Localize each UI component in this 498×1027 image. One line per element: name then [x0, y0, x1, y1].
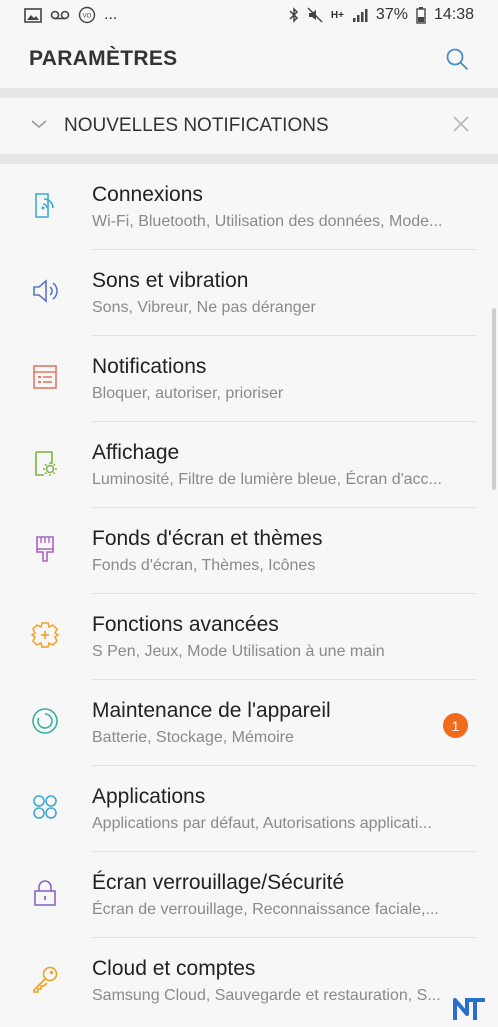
- lock-icon: [29, 877, 61, 909]
- setting-item-display[interactable]: Affichage Luminosité, Filtre de lumière …: [0, 422, 498, 508]
- setting-subtitle: Bloquer, autoriser, prioriser: [92, 385, 284, 402]
- signal-icon: [352, 8, 368, 22]
- scrollbar[interactable]: [492, 308, 496, 490]
- setting-title: Maintenance de l'appareil: [92, 699, 331, 722]
- close-icon[interactable]: [452, 115, 470, 138]
- setting-subtitle: S Pen, Jeux, Mode Utilisation à une main: [92, 643, 385, 660]
- setting-subtitle: Fonds d'écran, Thèmes, Icônes: [92, 557, 316, 574]
- header-separator: [0, 88, 498, 98]
- settings-list: Connexions Wi-Fi, Bluetooth, Utilisation…: [0, 164, 498, 1024]
- mute-icon: [307, 7, 323, 23]
- setting-item-notifications[interactable]: Notifications Bloquer, autoriser, priori…: [0, 336, 498, 422]
- gallery-icon: [24, 7, 42, 23]
- setting-title: Sons et vibration: [92, 269, 249, 292]
- watermark-logo: [453, 996, 495, 1022]
- setting-item-wallpapers[interactable]: Fonds d'écran et thèmes Fonds d'écran, T…: [0, 508, 498, 594]
- setting-title: Fonds d'écran et thèmes: [92, 527, 323, 550]
- network-icon: H+: [330, 9, 344, 21]
- setting-subtitle: Luminosité, Filtre de lumière bleue, Écr…: [92, 471, 442, 488]
- key-icon: [29, 963, 61, 995]
- setting-texts: Cloud et comptes Samsung Cloud, Sauvegar…: [92, 956, 470, 1007]
- setting-title: Écran verrouillage/Sécurité: [92, 871, 345, 894]
- notifications-separator: [0, 154, 498, 164]
- volume-icon: [29, 275, 61, 307]
- setting-texts: Maintenance de l'appareil Batterie, Stoc…: [92, 698, 470, 749]
- setting-item-applications[interactable]: Applications Applications par défaut, Au…: [0, 766, 498, 852]
- setting-texts: Affichage Luminosité, Filtre de lumière …: [92, 440, 470, 491]
- setting-title: Connexions: [92, 183, 203, 206]
- notification-badge: 1: [443, 713, 468, 738]
- setting-subtitle: Samsung Cloud, Sauvegarde et restauratio…: [92, 987, 441, 1004]
- clock: 14:38: [433, 6, 474, 23]
- status-bar-left: VO ...: [24, 6, 117, 24]
- setting-title: Cloud et comptes: [92, 957, 256, 980]
- setting-title: Affichage: [92, 441, 180, 464]
- new-notifications-bar[interactable]: NOUVELLES NOTIFICATIONS: [0, 98, 498, 154]
- svg-text:VO: VO: [83, 14, 92, 20]
- bluetooth-icon: [289, 7, 299, 23]
- search-icon: [446, 48, 468, 70]
- setting-texts: Écran verrouillage/Sécurité Écran de ver…: [92, 870, 470, 921]
- voicemail-icon: [50, 9, 70, 21]
- setting-subtitle: Sons, Vibreur, Ne pas déranger: [92, 299, 316, 316]
- setting-item-lock-screen-security[interactable]: Écran verrouillage/Sécurité Écran de ver…: [0, 852, 498, 938]
- setting-title: Fonctions avancées: [92, 613, 279, 636]
- setting-texts: Sons et vibration Sons, Vibreur, Ne pas …: [92, 268, 470, 319]
- status-bar: VO ... H+ 37% 14:38: [0, 0, 498, 30]
- setting-subtitle: Wi-Fi, Bluetooth, Utilisation des donnée…: [92, 213, 443, 230]
- app-header: PARAMÈTRES: [0, 30, 498, 88]
- setting-texts: Fonds d'écran et thèmes Fonds d'écran, T…: [92, 526, 470, 577]
- setting-subtitle: Écran de verrouillage, Reconnaissance fa…: [92, 901, 439, 918]
- page-title: PARAMÈTRES: [29, 47, 178, 70]
- new-notifications-title: NOUVELLES NOTIFICATIONS: [64, 115, 329, 136]
- display-icon: [29, 447, 61, 479]
- setting-title: Applications: [92, 785, 206, 808]
- setting-item-device-maintenance[interactable]: Maintenance de l'appareil Batterie, Stoc…: [0, 680, 498, 766]
- brush-icon: [29, 533, 61, 565]
- setting-item-advanced-features[interactable]: Fonctions avancées S Pen, Jeux, Mode Uti…: [0, 594, 498, 680]
- setting-title: Notifications: [92, 355, 207, 378]
- setting-item-sounds[interactable]: Sons et vibration Sons, Vibreur, Ne pas …: [0, 250, 498, 336]
- battery-percent: 37%: [375, 6, 408, 23]
- setting-item-connections[interactable]: Connexions Wi-Fi, Bluetooth, Utilisation…: [0, 164, 498, 250]
- advanced-features-icon: [29, 619, 61, 651]
- more-notifications-icon: ...: [104, 6, 118, 23]
- status-bar-right: H+ 37% 14:38: [289, 6, 474, 24]
- setting-subtitle: Applications par défaut, Autorisations a…: [92, 815, 432, 832]
- chevron-down-icon[interactable]: [30, 117, 48, 135]
- battery-icon: [416, 6, 426, 24]
- setting-texts: Fonctions avancées S Pen, Jeux, Mode Uti…: [92, 612, 470, 663]
- apps-icon: [29, 791, 61, 823]
- search-button[interactable]: [442, 44, 472, 74]
- maintenance-icon: [29, 705, 61, 737]
- setting-texts: Notifications Bloquer, autoriser, priori…: [92, 354, 470, 405]
- notifications-icon: [29, 361, 61, 393]
- setting-item-cloud-accounts[interactable]: Cloud et comptes Samsung Cloud, Sauvegar…: [0, 938, 498, 1024]
- setting-texts: Applications Applications par défaut, Au…: [92, 784, 470, 835]
- setting-texts: Connexions Wi-Fi, Bluetooth, Utilisation…: [92, 182, 470, 233]
- volte-icon: VO: [78, 6, 96, 24]
- setting-subtitle: Batterie, Stockage, Mémoire: [92, 729, 294, 746]
- connections-icon: [29, 189, 61, 221]
